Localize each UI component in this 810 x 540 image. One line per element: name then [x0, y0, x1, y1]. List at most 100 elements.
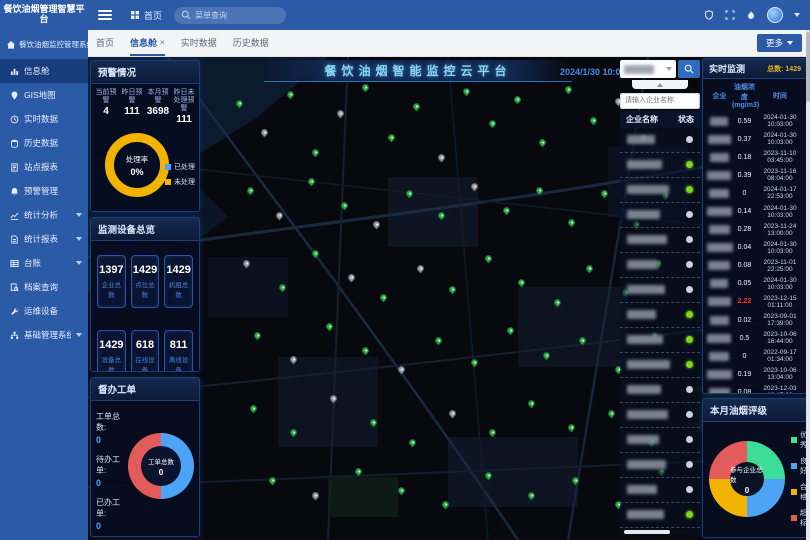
sidebar-item-实时数据[interactable]: 实时数据	[0, 107, 88, 131]
map-pin-online[interactable]	[253, 331, 263, 341]
company-row[interactable]	[620, 153, 700, 178]
map-pin-online[interactable]	[462, 87, 472, 97]
realtime-row[interactable]: 0.52023-10-06 16:44:00	[703, 329, 807, 347]
map-pin-offline[interactable]	[397, 365, 407, 375]
more-button[interactable]: 更多	[757, 34, 802, 52]
company-row[interactable]	[620, 178, 700, 203]
map-pin-online[interactable]	[448, 285, 458, 295]
badge-icon[interactable]	[704, 10, 714, 20]
avatar[interactable]	[767, 7, 783, 23]
map-pin-online[interactable]	[484, 254, 494, 264]
realtime-row[interactable]: 0.022023-09-01 17:39:00	[703, 311, 807, 329]
chevron-down-icon[interactable]	[794, 13, 800, 17]
map-pin-offline[interactable]	[274, 210, 284, 220]
map-pin-online[interactable]	[585, 263, 595, 273]
map-pin-offline[interactable]	[260, 128, 270, 138]
map-pin-online[interactable]	[484, 471, 494, 481]
sidebar-item-信息舱[interactable]: 信息舱	[0, 59, 88, 83]
map-pin-online[interactable]	[567, 217, 577, 227]
sidebar-item-预警管理[interactable]: 预警管理	[0, 179, 88, 203]
realtime-row[interactable]: 0.592024-01-30 10:03:00	[703, 112, 807, 130]
map-pin-online[interactable]	[379, 292, 389, 302]
map-pin-offline[interactable]	[448, 408, 458, 418]
company-row[interactable]	[620, 228, 700, 253]
company-row[interactable]	[620, 378, 700, 403]
map-pin-offline[interactable]	[415, 263, 425, 273]
realtime-row[interactable]: 0.372024-01-30 10:03:00	[703, 130, 807, 148]
company-row[interactable]	[620, 278, 700, 303]
tab-首页[interactable]: 首页	[96, 30, 114, 56]
realtime-row[interactable]: 0.392023-11-16 08:04:00	[703, 166, 807, 184]
sidebar-item-运维设备[interactable]: 运维设备	[0, 299, 88, 323]
realtime-row[interactable]: 0.082023-12-03 12:47:00	[703, 383, 807, 394]
sidebar-item-台账[interactable]: 台账	[0, 251, 88, 275]
company-row[interactable]	[620, 328, 700, 353]
map-pin-online[interactable]	[567, 423, 577, 433]
map-pin-offline[interactable]	[289, 355, 299, 365]
map-pin-online[interactable]	[310, 147, 320, 157]
realtime-row[interactable]: 0.082023-11-01 22:25:00	[703, 257, 807, 275]
close-icon[interactable]: ×	[160, 38, 165, 47]
company-row[interactable]	[620, 503, 700, 528]
realtime-row[interactable]: 0.052024-01-30 10:03:00	[703, 275, 807, 293]
map-pin-online[interactable]	[541, 350, 551, 360]
collapse-panel-tab[interactable]	[632, 80, 688, 89]
map-pin-online[interactable]	[534, 186, 544, 196]
company-name-input[interactable]	[620, 93, 700, 109]
map-pin-online[interactable]	[527, 398, 537, 408]
page-scrollbar[interactable]	[806, 30, 810, 540]
map-pin-online[interactable]	[310, 249, 320, 259]
map-pin-online[interactable]	[588, 116, 598, 126]
map-pin-online[interactable]	[513, 94, 523, 104]
map-pin-online[interactable]	[570, 476, 580, 486]
map-pin-online[interactable]	[354, 466, 364, 476]
map-pin-online[interactable]	[278, 283, 288, 293]
map-pin-offline[interactable]	[310, 490, 320, 500]
map-pin-online[interactable]	[249, 403, 259, 413]
map-pin-online[interactable]	[245, 186, 255, 196]
map-pin-online[interactable]	[325, 321, 335, 331]
map-pin-online[interactable]	[538, 138, 548, 148]
map-pin-online[interactable]	[527, 490, 537, 500]
sidebar-item-基础管理系统[interactable]: 基础管理系统	[0, 323, 88, 347]
realtime-row[interactable]: 02022-09-17 01:34:00	[703, 347, 807, 365]
map-pin-offline[interactable]	[437, 152, 447, 162]
map-pin-online[interactable]	[599, 188, 609, 198]
map-pin-online[interactable]	[368, 418, 378, 428]
map-pin-online[interactable]	[361, 82, 371, 92]
realtime-row[interactable]: 0.182023-11-10 03:45:00	[703, 148, 807, 166]
map-pin-offline[interactable]	[242, 258, 252, 268]
menu-toggle-icon[interactable]	[98, 10, 112, 20]
nav-home-tab[interactable]: 首页	[130, 9, 162, 22]
company-select-dropdown[interactable]	[620, 60, 676, 78]
map-pin-online[interactable]	[411, 101, 421, 111]
map-pin-online[interactable]	[487, 118, 497, 128]
map-pin-online[interactable]	[339, 200, 349, 210]
map-pin-online[interactable]	[440, 500, 450, 510]
map-pin-online[interactable]	[408, 437, 418, 447]
map-pin-online[interactable]	[307, 176, 317, 186]
tab-信息舱[interactable]: 信息舱×	[130, 30, 165, 56]
map-pin-online[interactable]	[437, 210, 447, 220]
map-pin-offline[interactable]	[372, 220, 382, 230]
sidebar-item-历史数据[interactable]: 历史数据	[0, 131, 88, 155]
map-pin-online[interactable]	[285, 89, 295, 99]
map-pin-online[interactable]	[516, 278, 526, 288]
company-row[interactable]	[620, 128, 700, 153]
company-row[interactable]	[620, 253, 700, 278]
fullscreen-icon[interactable]	[725, 10, 735, 20]
tab-实时数据[interactable]: 实时数据	[181, 30, 217, 56]
map-pin-online[interactable]	[397, 485, 407, 495]
company-row[interactable]	[620, 353, 700, 378]
map-pin-online[interactable]	[235, 99, 245, 109]
map-pin-online[interactable]	[606, 408, 616, 418]
map-pin-online[interactable]	[404, 188, 414, 198]
company-row[interactable]	[620, 453, 700, 478]
tab-历史数据[interactable]: 历史数据	[233, 30, 269, 56]
map-pin-online[interactable]	[487, 427, 497, 437]
map-pin-online[interactable]	[578, 336, 588, 346]
flame-icon[interactable]	[746, 10, 756, 20]
map-pin-online[interactable]	[289, 427, 299, 437]
sidebar-item-档案查询[interactable]: 档案查询	[0, 275, 88, 299]
map-pin-online[interactable]	[552, 297, 562, 307]
